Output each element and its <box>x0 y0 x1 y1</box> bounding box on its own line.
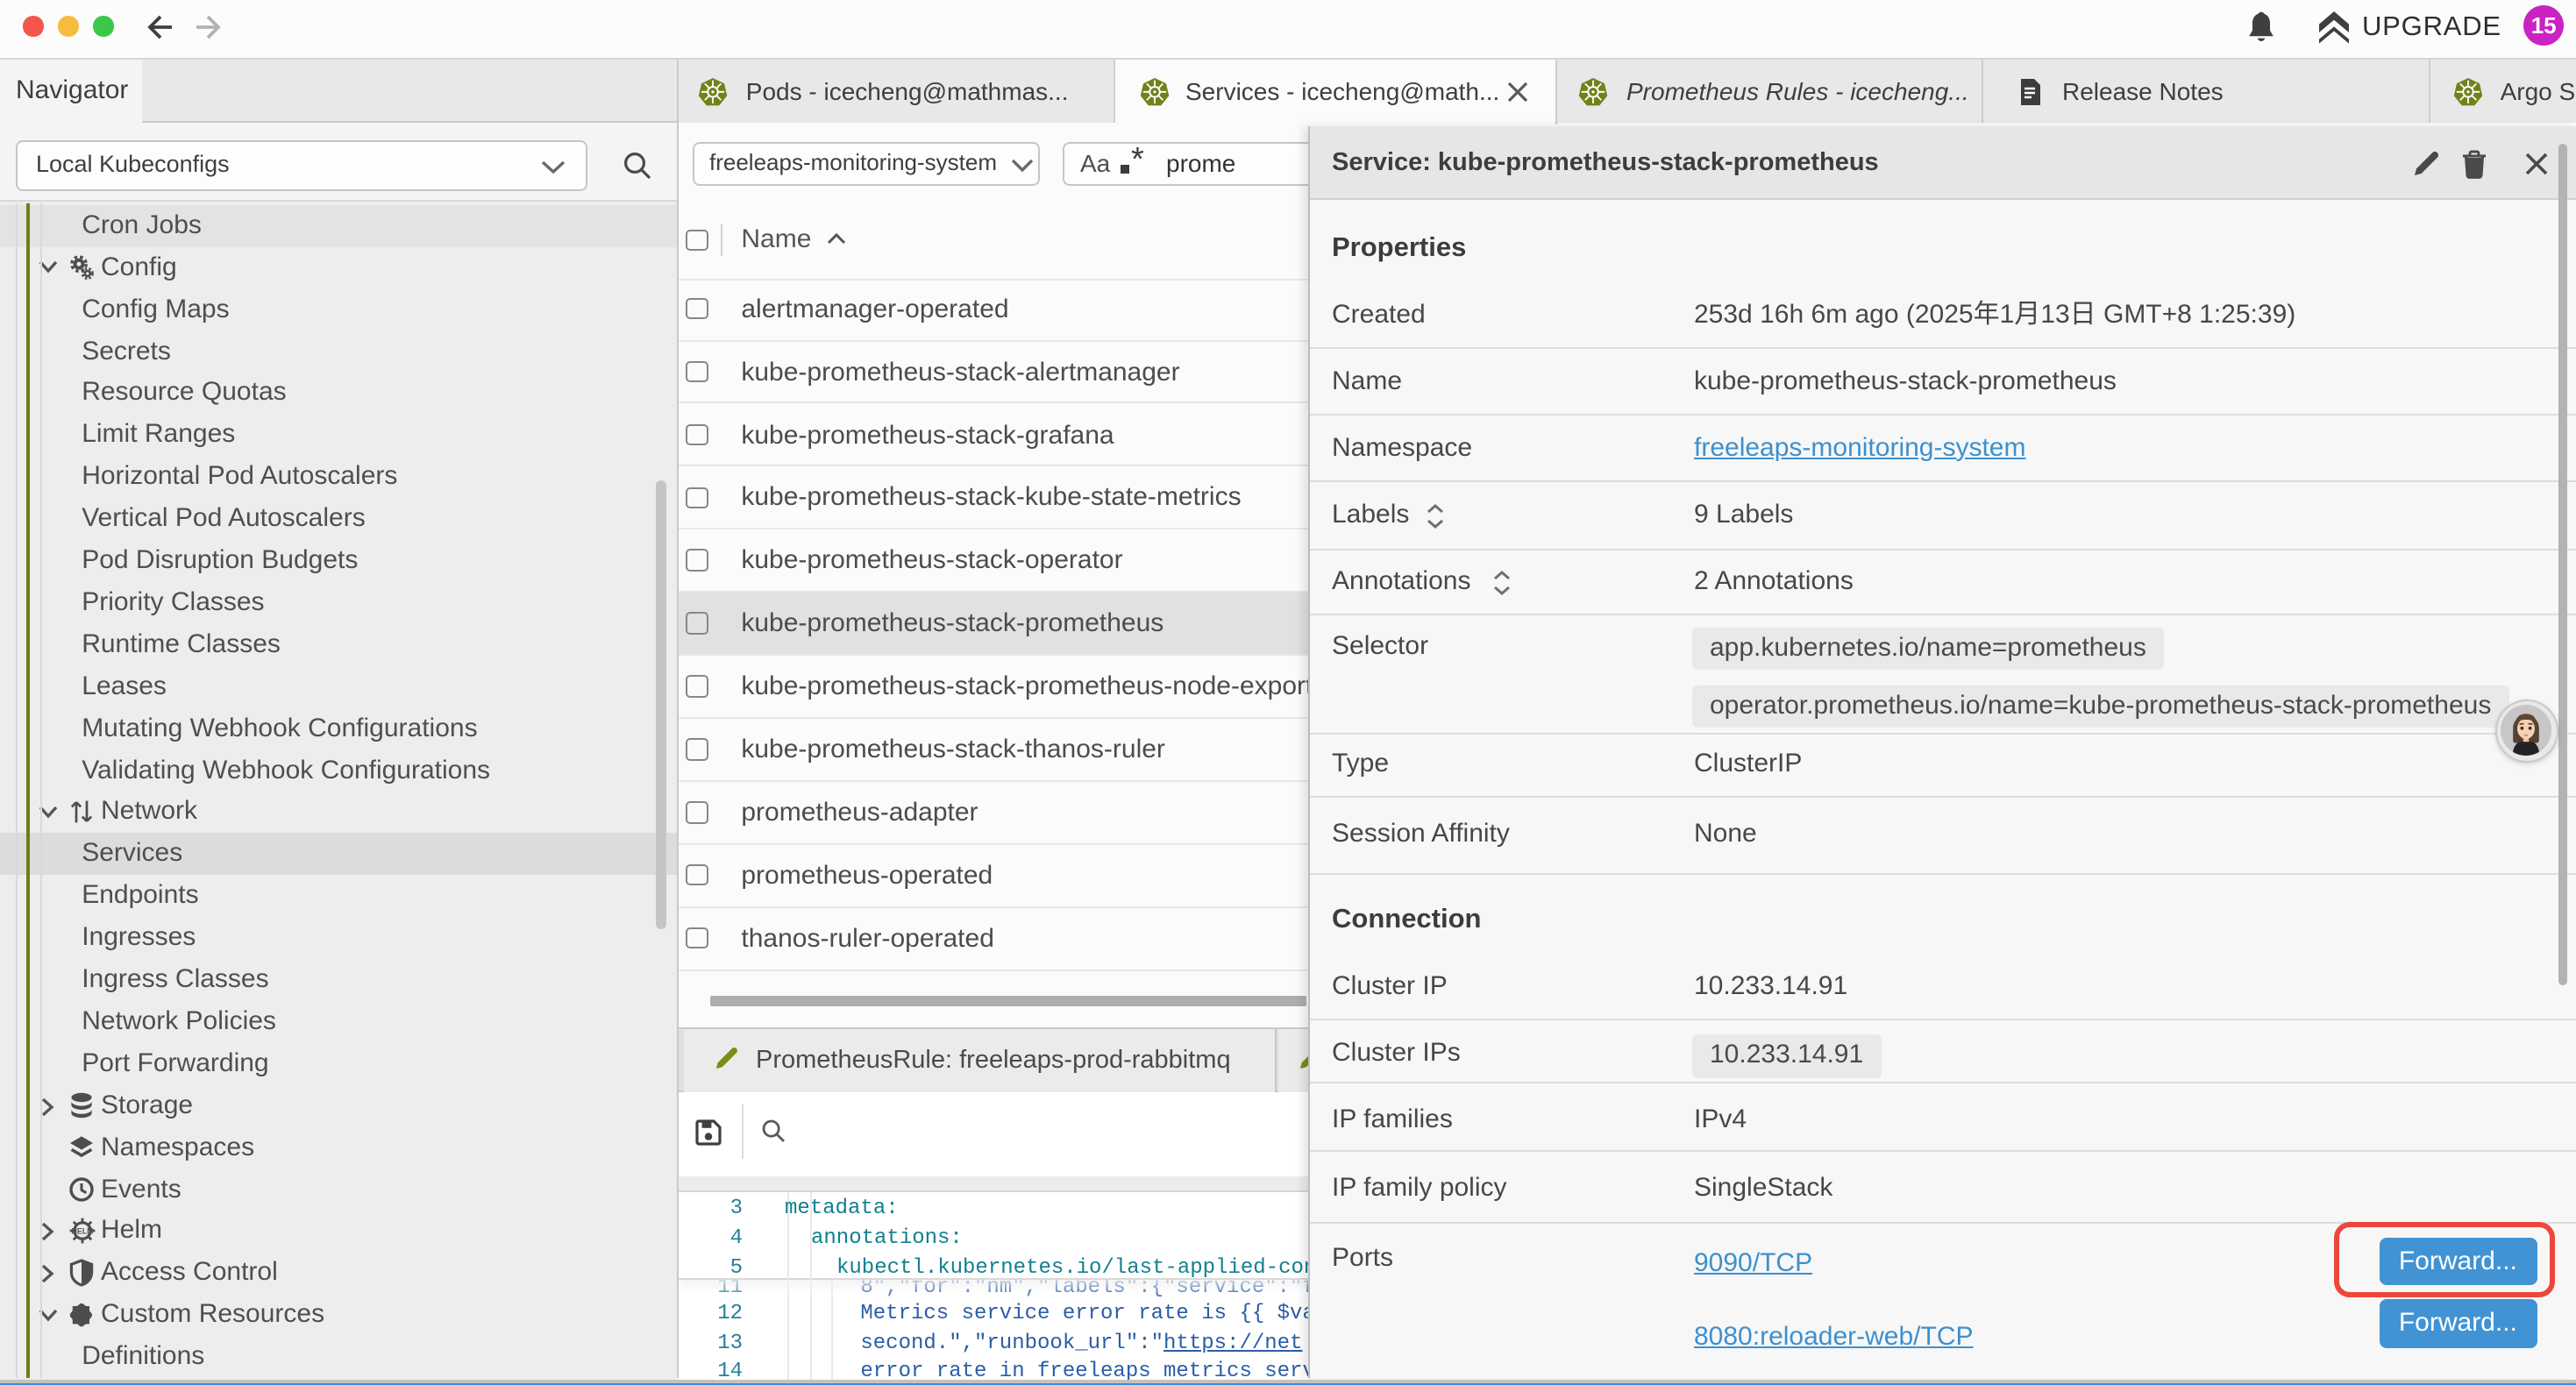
svg-text:HELM: HELM <box>72 1228 94 1237</box>
